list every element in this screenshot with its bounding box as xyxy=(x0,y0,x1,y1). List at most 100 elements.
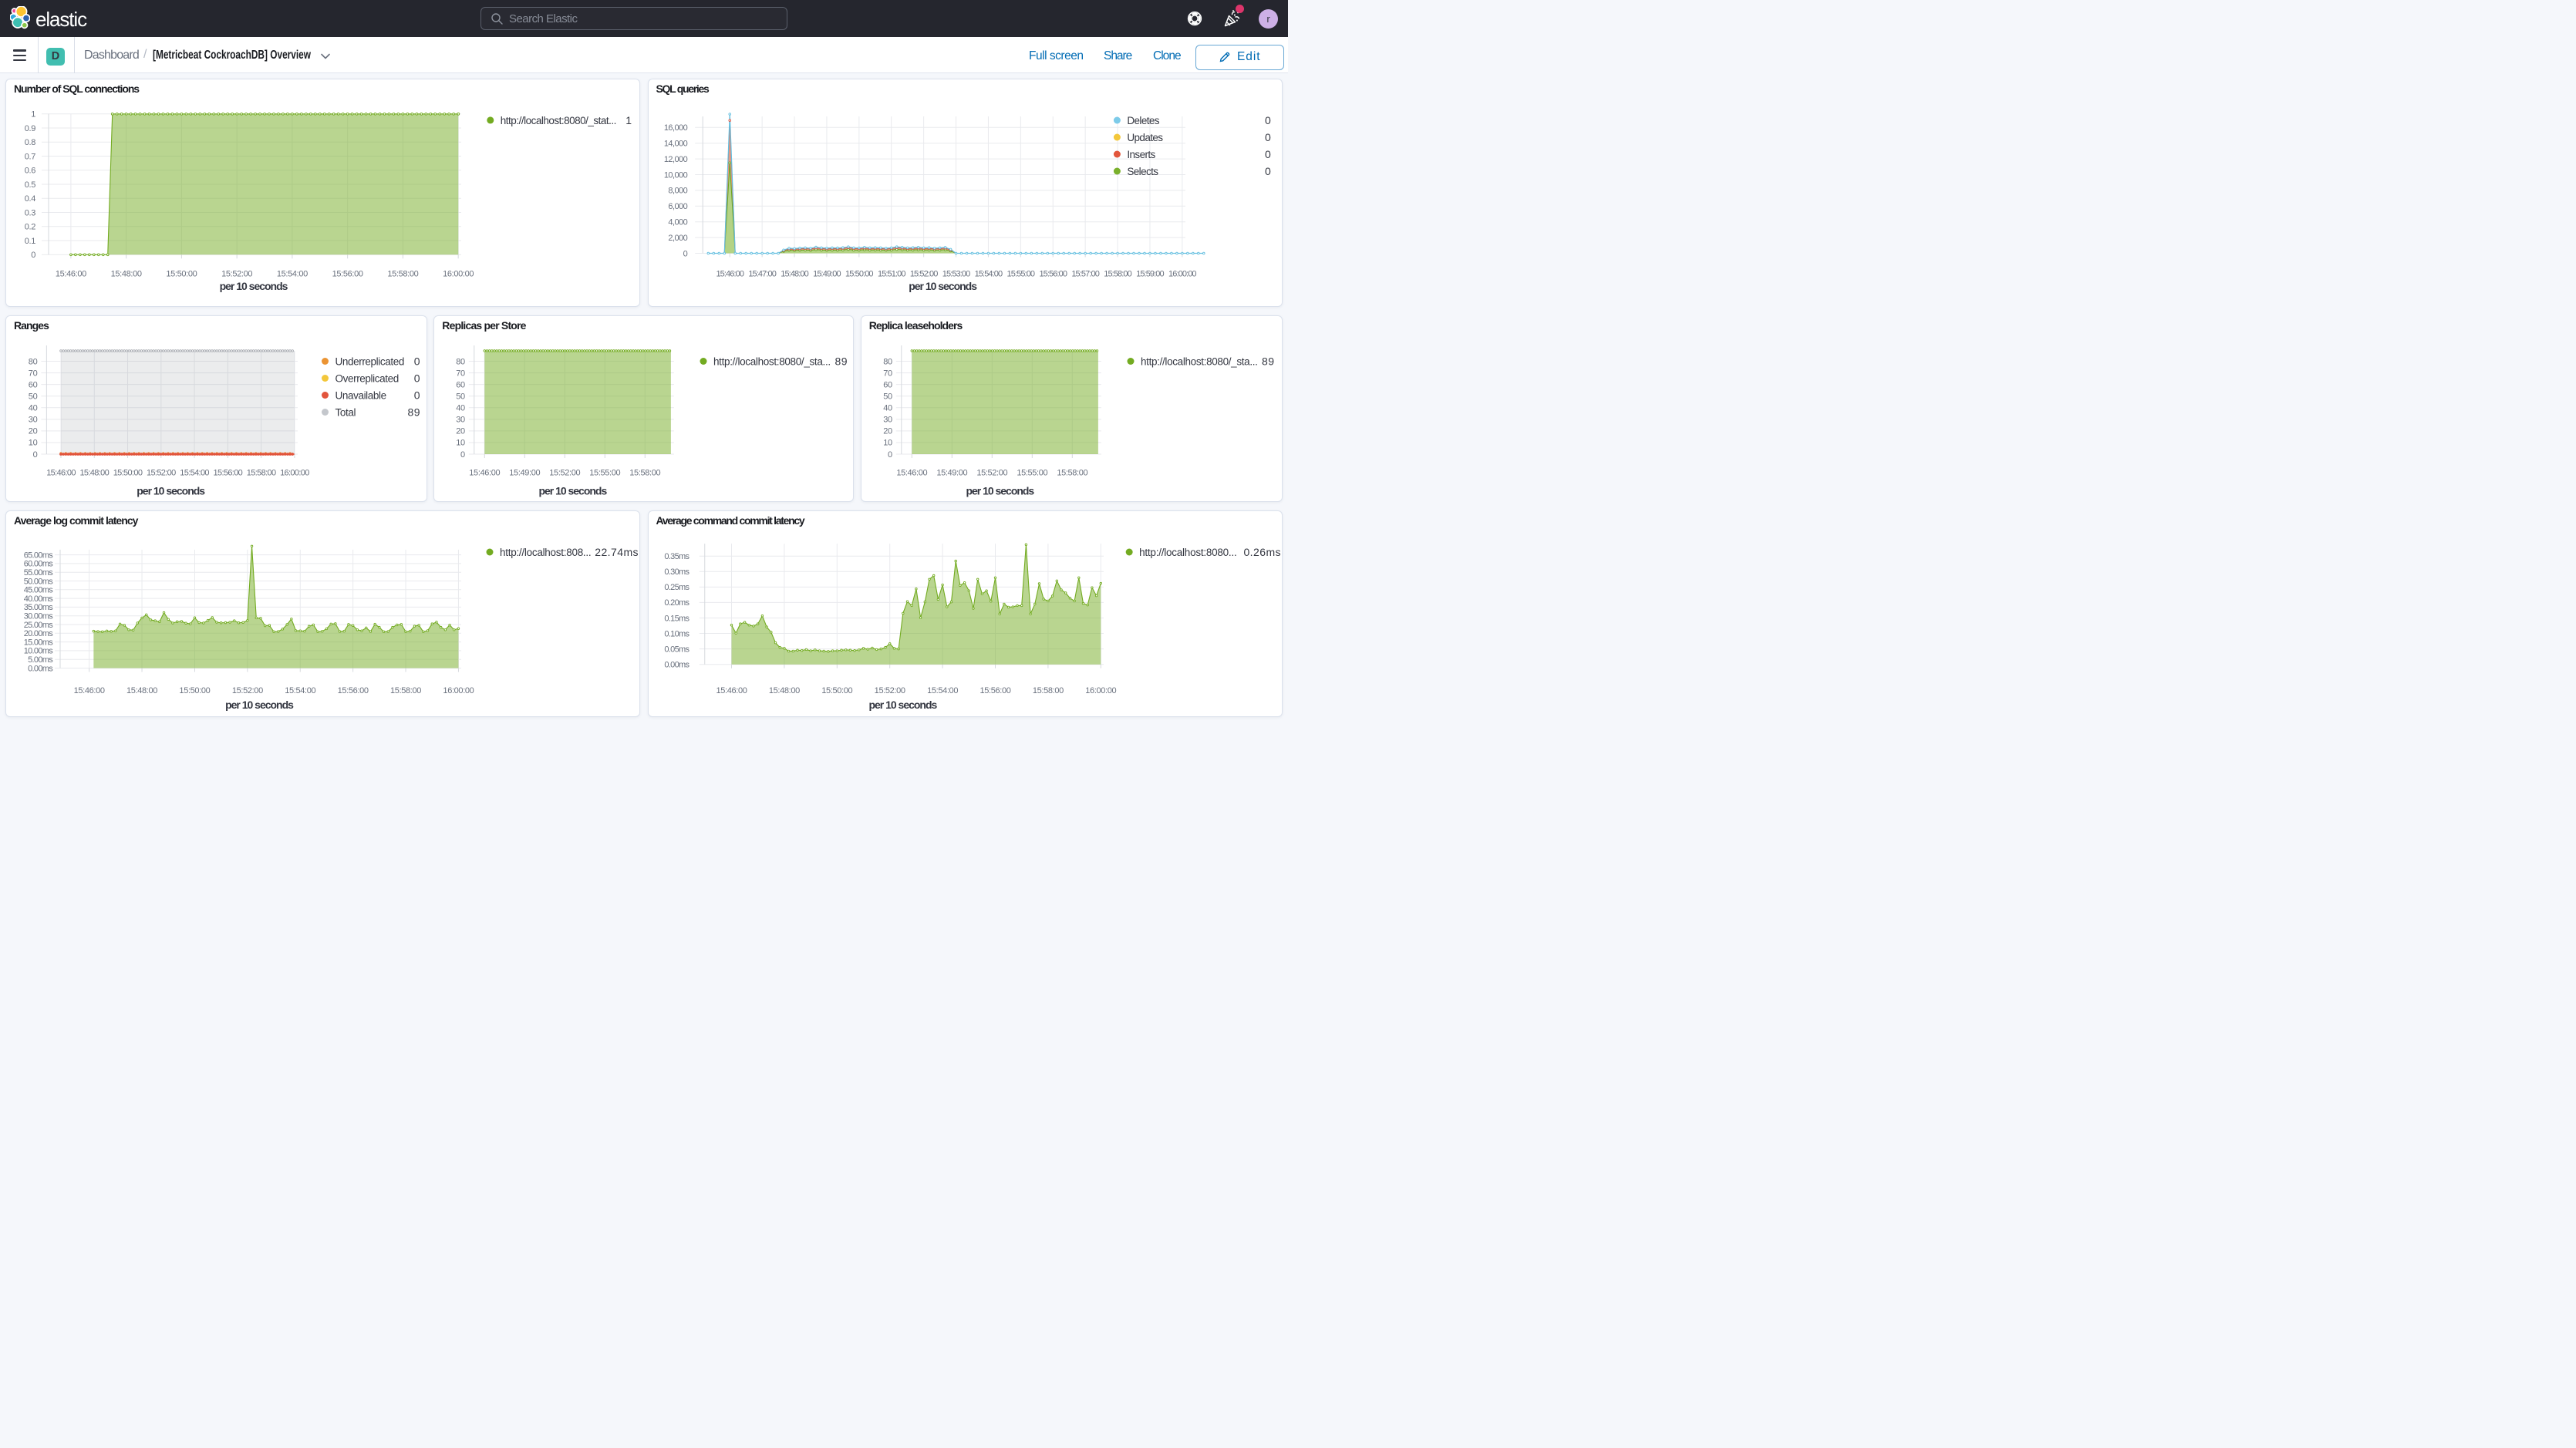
svg-text:0: 0 xyxy=(460,450,465,459)
svg-text:15:52:00: 15:52:00 xyxy=(147,468,176,477)
svg-text:15:51:00: 15:51:00 xyxy=(877,270,905,279)
svg-text:15:46:00: 15:46:00 xyxy=(46,468,76,477)
svg-text:89: 89 xyxy=(1262,355,1274,367)
svg-text:15.00ms: 15.00ms xyxy=(24,638,53,647)
svg-text:10,000: 10,000 xyxy=(663,170,687,180)
svg-text:15:49:00: 15:49:00 xyxy=(936,468,967,477)
svg-text:0: 0 xyxy=(888,450,892,459)
svg-text:0.8: 0.8 xyxy=(25,138,35,147)
svg-text:15:50:00: 15:50:00 xyxy=(845,270,873,279)
svg-text:Total: Total xyxy=(335,406,356,418)
svg-text:0: 0 xyxy=(33,450,38,459)
svg-text:0.35ms: 0.35ms xyxy=(664,552,690,561)
svg-text:15:59:00: 15:59:00 xyxy=(1136,270,1164,279)
svg-text:30: 30 xyxy=(29,415,38,424)
svg-text:15:55:00: 15:55:00 xyxy=(1017,468,1047,477)
svg-text:0.25ms: 0.25ms xyxy=(664,583,690,592)
svg-text:per 10 seconds: per 10 seconds xyxy=(868,699,937,711)
svg-text:16:00:00: 16:00:00 xyxy=(443,270,474,279)
svg-text:15:54:00: 15:54:00 xyxy=(974,270,1002,279)
svg-text:50: 50 xyxy=(883,392,892,401)
svg-text:50: 50 xyxy=(457,392,466,401)
svg-text:per 10 seconds: per 10 seconds xyxy=(225,699,294,711)
svg-text:15:49:00: 15:49:00 xyxy=(813,270,841,279)
svg-text:15:52:00: 15:52:00 xyxy=(874,686,905,695)
svg-text:http://localhost:808...: http://localhost:808... xyxy=(500,547,591,558)
svg-text:15:58:00: 15:58:00 xyxy=(1057,468,1087,477)
svg-text:80: 80 xyxy=(883,357,892,366)
svg-text:25.00ms: 25.00ms xyxy=(24,621,53,630)
svg-text:80: 80 xyxy=(29,357,38,366)
svg-text:0.26ms: 0.26ms xyxy=(1243,546,1281,558)
svg-text:15:48:00: 15:48:00 xyxy=(79,468,109,477)
svg-text:0.7: 0.7 xyxy=(25,152,35,161)
svg-text:22.74ms: 22.74ms xyxy=(595,546,639,558)
svg-text:0.9: 0.9 xyxy=(25,124,35,133)
svg-text:Unavailable: Unavailable xyxy=(335,389,386,401)
svg-text:15:56:00: 15:56:00 xyxy=(338,686,369,695)
svg-text:70: 70 xyxy=(457,369,466,378)
svg-text:40: 40 xyxy=(457,403,466,413)
svg-text:20: 20 xyxy=(29,426,38,436)
svg-text:80: 80 xyxy=(457,357,466,366)
svg-text:14,000: 14,000 xyxy=(663,140,687,149)
svg-text:Updates: Updates xyxy=(1127,132,1163,143)
svg-text:0.3: 0.3 xyxy=(25,208,35,217)
svg-text:0.2: 0.2 xyxy=(25,223,35,232)
svg-text:0.15ms: 0.15ms xyxy=(664,614,690,623)
svg-text:0.05ms: 0.05ms xyxy=(664,645,690,654)
svg-text:0.00ms: 0.00ms xyxy=(664,661,690,670)
svg-text:15:50:00: 15:50:00 xyxy=(179,686,210,695)
svg-text:0: 0 xyxy=(1265,114,1271,126)
svg-text:15:56:00: 15:56:00 xyxy=(1039,270,1067,279)
svg-text:15:54:00: 15:54:00 xyxy=(277,270,308,279)
svg-text:12,000: 12,000 xyxy=(663,155,687,164)
svg-text:15:56:00: 15:56:00 xyxy=(332,270,363,279)
svg-text:0: 0 xyxy=(683,249,687,258)
svg-text:0: 0 xyxy=(31,251,35,260)
svg-text:15:54:00: 15:54:00 xyxy=(180,468,209,477)
svg-text:8,000: 8,000 xyxy=(668,187,687,196)
svg-text:16:00:00: 16:00:00 xyxy=(1085,686,1116,695)
svg-text:10: 10 xyxy=(883,438,892,447)
svg-text:per 10 seconds: per 10 seconds xyxy=(909,280,977,292)
svg-text:15:56:00: 15:56:00 xyxy=(214,468,243,477)
svg-text:40.00ms: 40.00ms xyxy=(24,594,53,604)
svg-text:0.20ms: 0.20ms xyxy=(664,598,690,608)
svg-text:http://localhost:8080/_sta...: http://localhost:8080/_sta... xyxy=(713,355,831,367)
svg-text:15:48:00: 15:48:00 xyxy=(768,686,799,695)
svg-text:Underreplicated: Underreplicated xyxy=(335,355,404,367)
svg-text:40: 40 xyxy=(29,403,38,413)
svg-text:70: 70 xyxy=(29,369,38,378)
svg-text:15:52:00: 15:52:00 xyxy=(232,686,263,695)
svg-text:15:46:00: 15:46:00 xyxy=(716,270,743,279)
svg-text:10: 10 xyxy=(29,438,38,447)
svg-text:15:55:00: 15:55:00 xyxy=(1006,270,1034,279)
svg-text:0: 0 xyxy=(414,355,420,367)
svg-text:15:46:00: 15:46:00 xyxy=(896,468,927,477)
svg-text:Overreplicated: Overreplicated xyxy=(335,372,399,384)
svg-text:16,000: 16,000 xyxy=(663,123,687,133)
svg-text:89: 89 xyxy=(408,406,420,418)
svg-text:15:58:00: 15:58:00 xyxy=(1032,686,1063,695)
svg-text:15:50:00: 15:50:00 xyxy=(113,468,143,477)
svg-text:0: 0 xyxy=(414,389,420,401)
svg-text:15:46:00: 15:46:00 xyxy=(716,686,747,695)
svg-text:15:48:00: 15:48:00 xyxy=(111,270,142,279)
svg-text:50.00ms: 50.00ms xyxy=(24,577,53,586)
svg-text:10.00ms: 10.00ms xyxy=(24,647,53,656)
svg-text:15:56:00: 15:56:00 xyxy=(979,686,1010,695)
svg-text:30: 30 xyxy=(457,415,466,424)
svg-text:15:52:00: 15:52:00 xyxy=(550,468,581,477)
svg-text:0.30ms: 0.30ms xyxy=(664,567,690,577)
svg-text:0: 0 xyxy=(1265,131,1271,143)
svg-text:0.10ms: 0.10ms xyxy=(664,629,690,638)
svg-text:2,000: 2,000 xyxy=(668,234,687,243)
svg-text:15:47:00: 15:47:00 xyxy=(748,270,776,279)
svg-text:0.4: 0.4 xyxy=(25,194,35,204)
svg-text:per 10 seconds: per 10 seconds xyxy=(137,484,205,497)
svg-text:15:58:00: 15:58:00 xyxy=(247,468,276,477)
svg-text:http://localhost:8080/_stat...: http://localhost:8080/_stat... xyxy=(501,115,616,126)
svg-text:Deletes: Deletes xyxy=(1127,115,1159,126)
svg-text:15:58:00: 15:58:00 xyxy=(1104,270,1131,279)
